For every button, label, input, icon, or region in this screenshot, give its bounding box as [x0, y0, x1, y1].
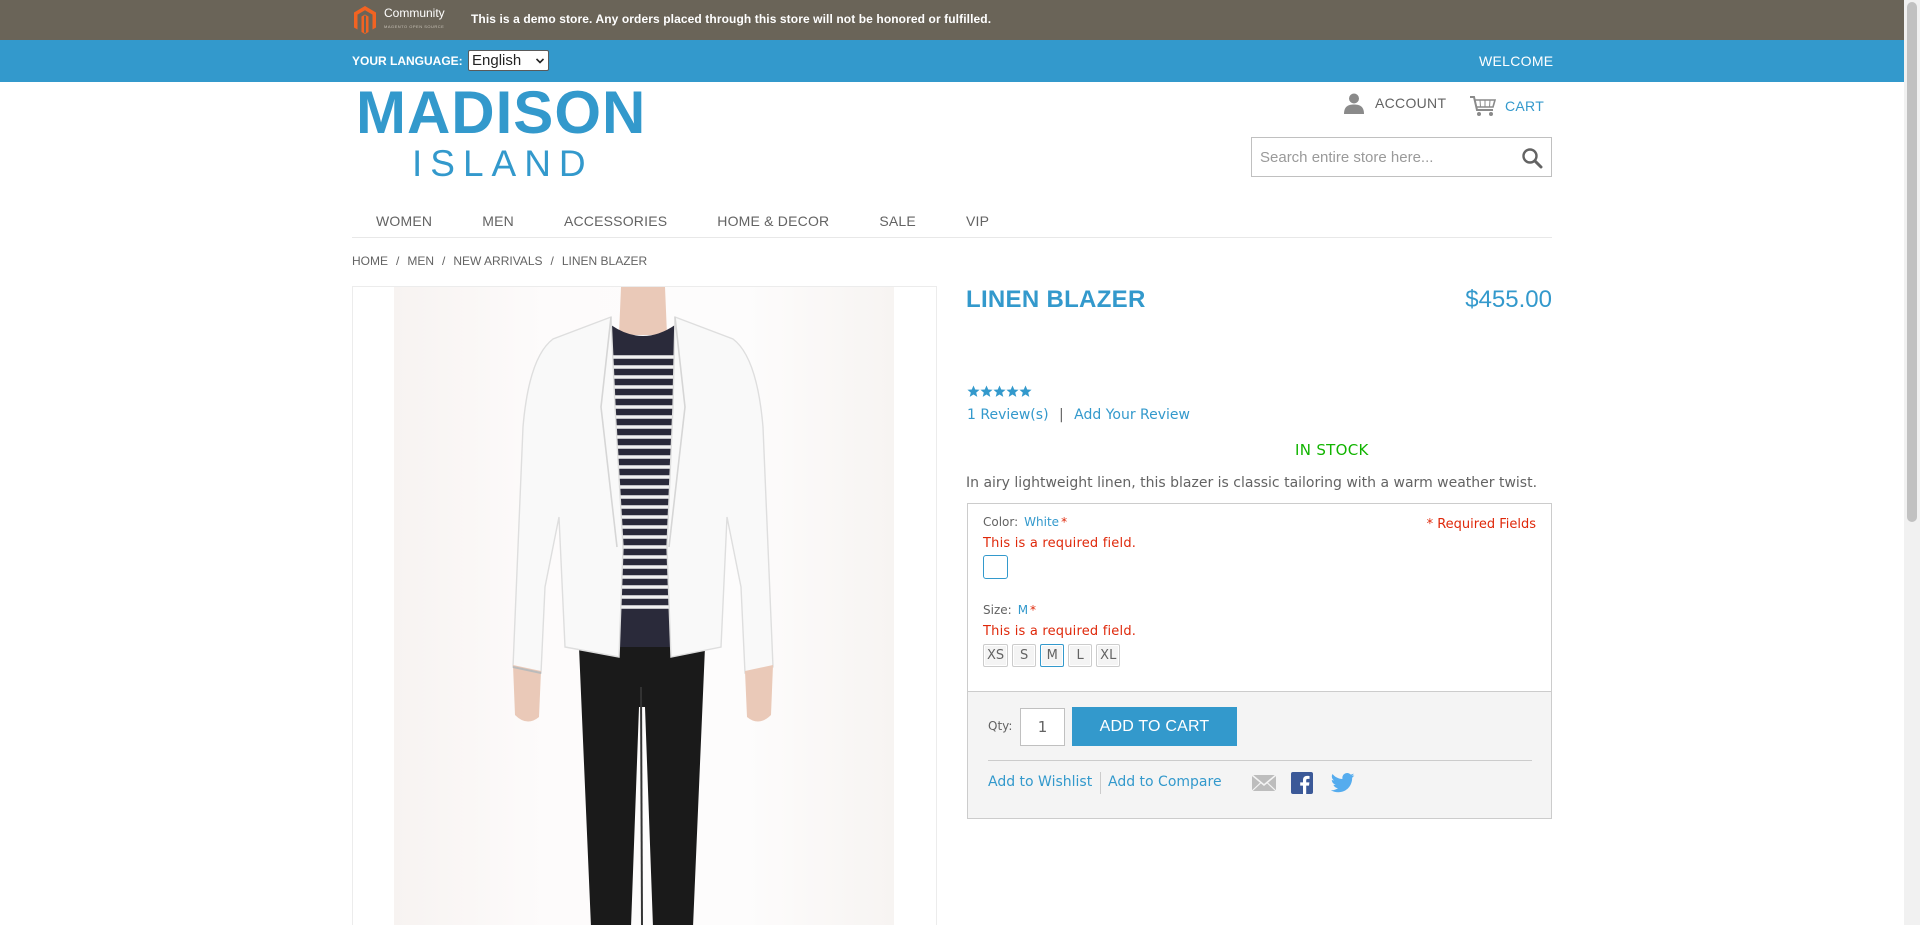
breadcrumb-men[interactable]: MEN: [407, 254, 434, 268]
color-required-error: This is a required field.: [983, 536, 1137, 551]
size-required-error: This is a required field.: [983, 624, 1137, 639]
nav-item-home-decor[interactable]: HOME & DECOR: [692, 204, 854, 238]
logo-text: Community MAGENTO OPEN SOURCE: [384, 7, 445, 33]
magento-logo-icon: [354, 6, 376, 34]
size-selected-value: M: [1017, 603, 1029, 617]
cart-label: CART: [1505, 98, 1545, 114]
required-fields-note: * Required Fields: [1426, 517, 1536, 532]
twitter-icon[interactable]: [1331, 773, 1355, 793]
star-icon: [967, 385, 980, 397]
logo-subtitle: MAGENTO OPEN SOURCE: [384, 24, 445, 29]
reviews-count-link[interactable]: 1 Review(s): [967, 407, 1049, 423]
color-option-label: Color: White *: [983, 515, 1067, 529]
rating-stars: [967, 385, 1032, 398]
star-icon: [1006, 385, 1019, 397]
email-icon[interactable]: [1251, 773, 1277, 793]
account-link[interactable]: ACCOUNT: [1343, 92, 1446, 114]
brand-subname: ISLAND: [412, 143, 594, 184]
nav-item-women[interactable]: WOMEN: [352, 204, 457, 238]
store-logo[interactable]: MADISON ISLAND: [356, 82, 646, 184]
add-to-compare-link[interactable]: Add to Compare: [1108, 774, 1222, 790]
color-selected-value: White: [1024, 515, 1060, 529]
account-label: ACCOUNT: [1375, 95, 1447, 111]
product-title: LINEN BLAZER: [966, 286, 1146, 313]
facebook-icon[interactable]: [1291, 772, 1313, 794]
size-swatch-xs[interactable]: XS: [983, 644, 1009, 667]
main-navigation: WOMEN MEN ACCESSORIES HOME & DECOR SALE …: [352, 204, 1552, 238]
required-asterisk: *: [1030, 603, 1037, 617]
search-box: [1251, 137, 1552, 177]
product-options: * Required Fields Color: White * This is a…: [967, 503, 1552, 692]
star-icon: [1019, 385, 1032, 397]
qty-input[interactable]: [1020, 708, 1065, 746]
nav-item-sale[interactable]: SALE: [854, 204, 941, 238]
add-to-wishlist-link[interactable]: Add to Wishlist: [988, 774, 1092, 790]
brand-name: MADISON: [356, 79, 647, 146]
breadcrumb-separator: /: [550, 254, 554, 268]
nav-item-vip[interactable]: VIP: [941, 204, 1014, 238]
size-swatch-xl[interactable]: XL: [1096, 644, 1121, 667]
logo-title: Community: [384, 6, 445, 20]
header-language-bar: YOUR LANGUAGE: English WELCOME: [0, 40, 1904, 82]
breadcrumb-separator: /: [396, 254, 400, 268]
breadcrumb-home[interactable]: HOME: [352, 254, 388, 268]
welcome-message: WELCOME: [1479, 53, 1554, 69]
size-label-text: Size:: [983, 603, 1012, 617]
size-option-label: Size: M *: [983, 603, 1036, 617]
required-asterisk: *: [1061, 515, 1068, 529]
magento-community-logo: Community MAGENTO OPEN SOURCE: [352, 4, 445, 36]
user-icon: [1344, 93, 1364, 114]
add-to-cart-button[interactable]: ADD TO CART: [1072, 707, 1237, 746]
review-links: 1 Review(s) | Add Your Review: [967, 407, 1190, 423]
breadcrumb-new-arrivals[interactable]: NEW ARRIVALS: [453, 254, 542, 268]
star-icon: [980, 385, 993, 397]
size-swatches: XS S M L XL: [983, 644, 1124, 667]
breadcrumb-separator: /: [442, 254, 446, 268]
language-label: YOUR LANGUAGE:: [352, 54, 463, 68]
demo-notice-text: This is a demo store. Any orders placed …: [471, 12, 992, 26]
add-to-cart-box: Qty: ADD TO CART Add to Wishlist Add to …: [967, 691, 1552, 819]
language-selected-value: English: [472, 52, 522, 69]
review-separator: |: [1058, 407, 1064, 423]
qty-label: Qty:: [988, 719, 1013, 733]
add-review-link[interactable]: Add Your Review: [1074, 407, 1190, 423]
nav-item-accessories[interactable]: ACCESSORIES: [539, 204, 692, 238]
size-swatch-m[interactable]: M: [1040, 644, 1065, 667]
product-description: In airy lightweight linen, this blazer i…: [966, 475, 1538, 491]
demo-notice-bar: Community MAGENTO OPEN SOURCE This is a …: [0, 0, 1904, 40]
size-swatch-l[interactable]: L: [1068, 644, 1093, 667]
page-scrollbar[interactable]: [1904, 0, 1920, 925]
product-image[interactable]: [352, 286, 937, 925]
search-input[interactable]: [1252, 138, 1512, 176]
chevron-down-icon: [536, 58, 544, 64]
cart-icon: [1470, 96, 1497, 116]
stock-status: IN STOCK: [1295, 441, 1369, 459]
color-label-text: Color:: [983, 515, 1019, 529]
size-swatch-s[interactable]: S: [1012, 644, 1037, 667]
divider: [988, 760, 1532, 761]
color-swatch-white[interactable]: [983, 555, 1008, 579]
search-icon[interactable]: [1521, 147, 1543, 169]
breadcrumb: HOME / MEN / NEW ARRIVALS / LINEN BLAZER: [352, 254, 647, 268]
scrollbar-thumb[interactable]: [1907, 2, 1917, 522]
language-select[interactable]: English: [468, 50, 549, 71]
cart-link[interactable]: CART: [1469, 95, 1544, 117]
nav-item-men[interactable]: MEN: [457, 204, 539, 238]
product-price: $455.00: [1465, 286, 1552, 313]
model-photo: [512, 287, 774, 925]
breadcrumb-current: LINEN BLAZER: [561, 254, 648, 268]
link-separator: [1100, 772, 1101, 794]
star-icon: [993, 385, 1006, 397]
